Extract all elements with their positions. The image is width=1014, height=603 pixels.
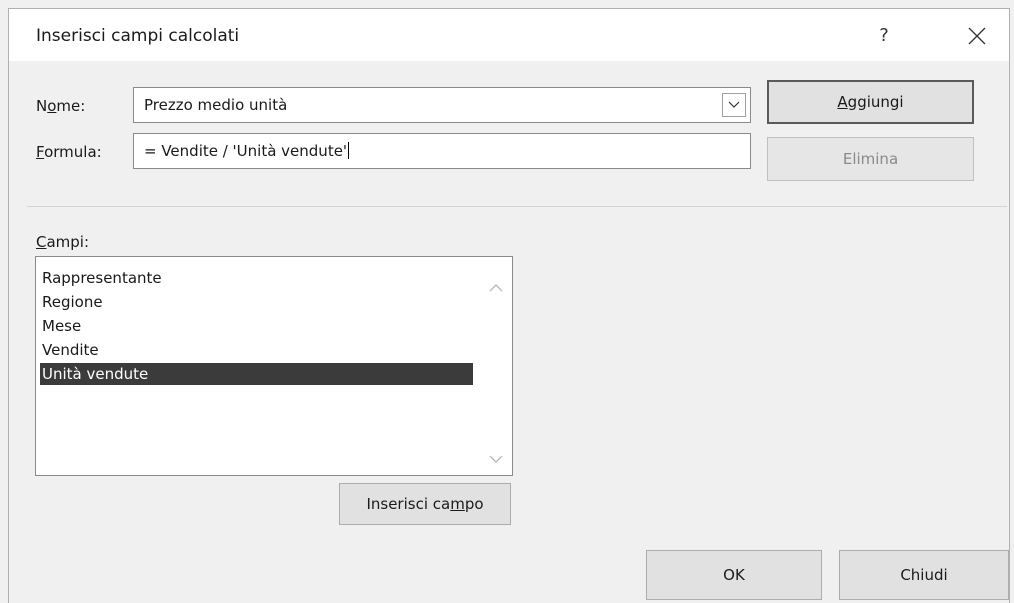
separator <box>27 206 1007 207</box>
add-button[interactable]: Aggiungi <box>767 80 974 124</box>
formula-label: Formula: <box>36 143 102 161</box>
chevron-down-icon[interactable] <box>722 93 746 117</box>
scroll-up-icon[interactable] <box>488 279 504 295</box>
insert-field-button[interactable]: Inserisci campo <box>339 483 511 525</box>
name-label: Nome: <box>36 97 86 115</box>
close-icon[interactable] <box>955 17 999 55</box>
fields-label: Campi: <box>36 233 90 251</box>
name-value: Prezzo medio unità <box>144 96 288 114</box>
ok-button[interactable]: OK <box>646 550 822 600</box>
name-combobox[interactable]: Prezzo medio unità <box>133 87 751 123</box>
title-bar: Inserisci campi calcolati ? <box>9 9 1009 61</box>
list-item-selected[interactable]: Unità vendute <box>40 363 473 385</box>
help-button[interactable]: ? <box>859 19 909 53</box>
fields-listbox[interactable]: Rappresentante Regione Mese Vendite Unit… <box>35 256 513 476</box>
list-item[interactable]: Mese <box>40 315 473 337</box>
delete-button[interactable]: Elimina <box>767 137 974 181</box>
list-item[interactable]: Rappresentante <box>40 267 473 289</box>
formula-input[interactable]: = Vendite / 'Unità vendute' <box>133 133 751 169</box>
list-item[interactable]: Regione <box>40 291 473 313</box>
close-button[interactable]: Chiudi <box>839 550 1009 600</box>
list-item[interactable]: Vendite <box>40 339 473 361</box>
scroll-down-icon[interactable] <box>488 451 504 467</box>
formula-value: = Vendite / 'Unità vendute' <box>144 142 350 160</box>
text-caret <box>348 142 350 159</box>
dialog-title: Inserisci campi calcolati <box>36 26 240 46</box>
calculated-field-dialog: Inserisci campi calcolati ? Nome: Prezzo… <box>8 8 1010 603</box>
